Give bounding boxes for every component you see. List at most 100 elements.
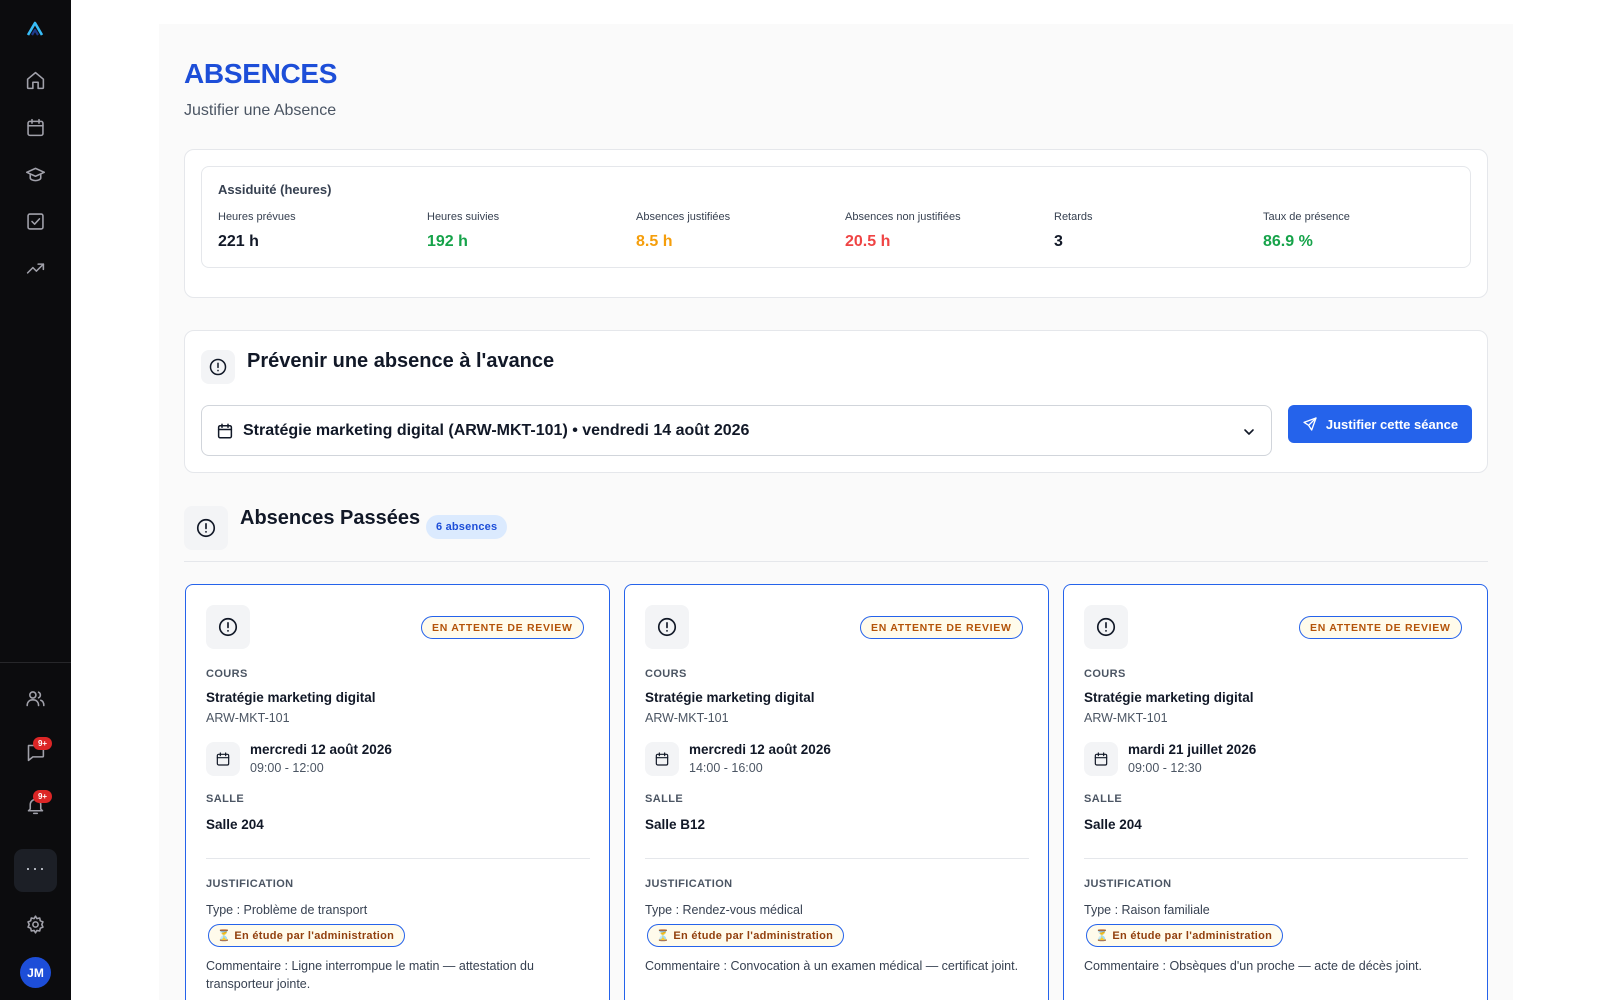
stat-attendance-rate: Taux de présence 86.9 % [1263,211,1463,251]
sidebar-item-tasks[interactable] [23,209,47,233]
course-caption: COURS [645,668,687,680]
attendance-stats-panel: Assiduité (heures) Heures prévues 221 h … [201,166,1471,268]
app-logo-icon[interactable] [24,18,46,40]
stat-label: Absences justifiées [636,211,731,223]
course-name: Stratégie marketing digital [645,690,815,705]
page-subtitle: Justifier une Absence [184,102,337,119]
stat-attended-hours: Heures suivies 192 h [427,211,627,251]
alert-circle-icon [1096,617,1116,637]
justification-caption: JUSTIFICATION [1084,878,1172,890]
calendar-icon [217,423,233,439]
course-code: ARW-MKT-101 [206,711,290,725]
past-absences-icon-box [184,506,228,550]
absence-date: mardi 21 juillet 2026 [1128,742,1257,757]
room-caption: SALLE [206,793,245,805]
justification-comment: Commentaire : Convocation à un examen mé… [645,959,1019,973]
stat-label: Taux de présence [1263,211,1350,223]
absences-count-badge: 6 absences [426,515,508,539]
sidebar-item-users[interactable] [23,686,47,710]
card-divider [645,858,1029,859]
more-dots-icon: ··· [25,857,46,878]
justification-comment: Commentaire : Obsèques d'un proche — act… [1084,959,1422,973]
chevron-down-icon [1244,429,1254,435]
graduation-cap-icon [25,167,45,181]
notifications-count-badge: 9+ [33,790,52,803]
absence-date: mercredi 12 août 2026 [250,742,392,757]
course-code: ARW-MKT-101 [1084,711,1168,725]
stat-label: Retards [1054,211,1093,223]
room-name: Salle 204 [1084,817,1142,832]
room-caption: SALLE [645,793,684,805]
alert-icon-box [201,350,235,384]
absence-time: 09:00 - 12:00 [250,761,324,775]
status-badge: EN ATTENTE DE REVIEW [1299,616,1462,639]
messages-count-badge: 9+ [33,737,52,750]
course-caption: COURS [1084,668,1126,680]
justify-session-button[interactable]: Justifier cette séance [1288,405,1472,443]
absence-card[interactable]: EN ATTENTE DE REVIEW COURS Stratégie mar… [624,584,1049,1000]
stat-label: Absences non justifiées [845,211,961,223]
course-name: Stratégie marketing digital [1084,690,1254,705]
stat-value: 192 h [427,233,468,250]
date-icon-box [1084,742,1118,776]
absence-time: 09:00 - 12:30 [1128,761,1202,775]
more-button[interactable]: ··· [14,849,57,892]
absence-date: mercredi 12 août 2026 [689,742,831,757]
sidebar: 9+ 9+ ··· JM [0,0,71,1000]
absence-card[interactable]: EN ATTENTE DE REVIEW COURS Stratégie mar… [1063,584,1488,1000]
user-avatar[interactable]: JM [20,957,51,988]
alert-circle-icon [196,518,216,538]
review-status-badge: ⏳ En étude par l'administration [647,924,845,947]
stat-value: 20.5 h [845,233,891,250]
stat-value: 221 h [218,233,259,250]
justification-caption: JUSTIFICATION [645,878,733,890]
course-name: Stratégie marketing digital [206,690,376,705]
stats-title: Assiduité (heures) [218,182,332,197]
course-caption: COURS [206,668,248,680]
justification-type: Type : Problème de transport [206,903,368,917]
session-select[interactable]: Stratégie marketing digital (ARW-MKT-101… [201,405,1272,456]
date-icon-box [645,742,679,776]
room-caption: SALLE [1084,793,1123,805]
status-badge: EN ATTENTE DE REVIEW [421,616,584,639]
justification-type: Type : Rendez-vous médical [645,903,803,917]
sidebar-divider [0,662,71,663]
justification-comment: Commentaire : Ligne interrompue le matin… [206,959,534,991]
stat-label: Heures suivies [427,211,500,223]
card-divider [206,858,590,859]
stat-label: Heures prévues [218,211,296,223]
absence-alert-icon-box [1084,605,1128,649]
card-divider [1084,858,1468,859]
absence-time: 14:00 - 16:00 [689,761,763,775]
room-name: Salle B12 [645,817,706,832]
stat-justified-absences: Absences justifiées 8.5 h [636,211,836,251]
calendar-icon [655,752,669,766]
sidebar-item-progress[interactable] [23,256,47,280]
alert-circle-icon [218,617,238,637]
attendance-stats-card: Assiduité (heures) Heures prévues 221 h … [184,149,1488,298]
stat-unjustified-absences: Absences non justifiées 20.5 h [845,211,1045,251]
session-select-value: Stratégie marketing digital (ARW-MKT-101… [243,422,750,439]
alert-circle-icon [657,617,677,637]
absence-alert-icon-box [206,605,250,649]
trending-up-icon [26,262,44,274]
gear-icon [26,914,44,934]
room-name: Salle 204 [206,817,264,832]
absence-alert-icon-box [645,605,689,649]
sidebar-item-calendar[interactable] [23,115,47,139]
justify-session-button-label: Justifier cette séance [1325,416,1459,432]
sidebar-item-courses[interactable] [23,162,47,186]
absence-card[interactable]: EN ATTENTE DE REVIEW COURS Stratégie mar… [185,584,610,1000]
date-icon-box [206,742,240,776]
stat-value: 86.9 % [1263,233,1313,250]
calendar-icon [1094,752,1108,766]
sidebar-item-home[interactable] [23,68,47,92]
stat-value: 8.5 h [636,233,673,250]
alert-circle-icon [209,358,227,376]
review-status-badge: ⏳ En étude par l'administration [208,924,406,947]
sidebar-item-settings[interactable] [23,912,47,936]
calendar-icon [216,752,230,766]
send-icon [1303,417,1317,431]
justification-type: Type : Raison familiale [1084,903,1210,917]
home-icon [26,71,44,89]
